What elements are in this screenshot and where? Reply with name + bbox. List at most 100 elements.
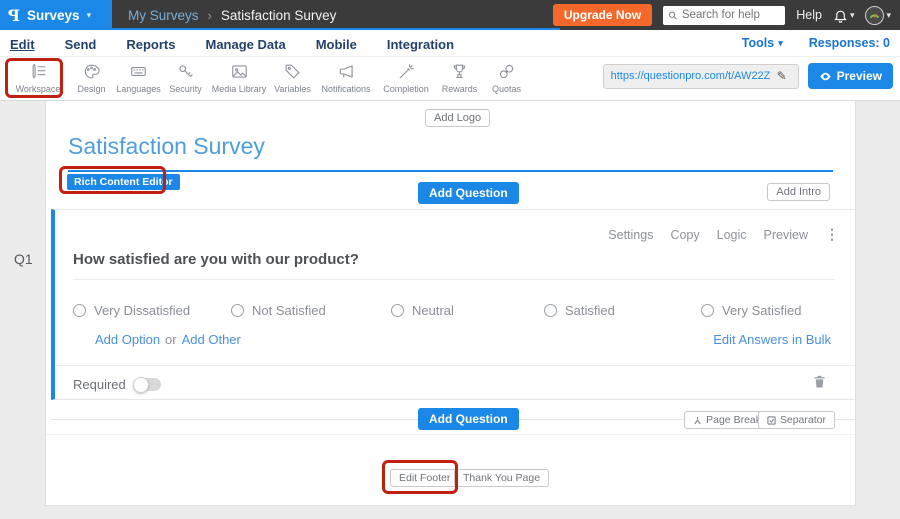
- required-toggle[interactable]: [134, 378, 161, 391]
- radio-option-1[interactable]: Very Dissatisfied: [73, 303, 190, 318]
- footer-area-border: [46, 434, 855, 435]
- gauge-icon: [868, 9, 881, 22]
- tab-reports[interactable]: Reports: [126, 35, 175, 52]
- required-row: Required: [73, 377, 161, 392]
- chevron-right-icon: ›: [208, 8, 212, 23]
- breadcrumb-my-surveys[interactable]: My Surveys: [128, 8, 199, 23]
- radio-option-5[interactable]: Very Satisfied: [701, 303, 802, 318]
- separator-button[interactable]: Separator: [758, 411, 835, 429]
- toolbar-item-workspace[interactable]: Workspace: [8, 60, 68, 94]
- survey-workspace: Q1 Add Logo Satisfaction Survey Rich Con…: [0, 101, 900, 519]
- tab-integration[interactable]: Integration: [387, 35, 454, 52]
- key-icon: [176, 62, 195, 81]
- question-card: Settings Copy Logic Preview ⋮ How satisf…: [51, 209, 855, 400]
- toolbar-item-design[interactable]: Design: [68, 60, 115, 94]
- question-actions: Settings Copy Logic Preview ⋮: [608, 226, 839, 243]
- add-option-row: Add Option or Add Other: [95, 332, 241, 347]
- toolbar-item-rewards[interactable]: Rewards: [436, 60, 483, 94]
- chevron-down-icon: ▾: [87, 11, 92, 20]
- tab-manage-data[interactable]: Manage Data: [205, 35, 285, 52]
- toolbar-item-completion[interactable]: Completion: [376, 60, 436, 94]
- toolbar-item-media-library[interactable]: Media Library: [209, 60, 269, 94]
- breadcrumb: My Surveys › Satisfaction Survey: [128, 8, 336, 23]
- toolbar-item-notifications[interactable]: Notifications: [316, 60, 376, 94]
- radio-icon[interactable]: [701, 304, 714, 317]
- topbar-right-cluster: Upgrade Now Help ▾ ▾: [553, 4, 900, 26]
- question-number-label: Q1: [14, 251, 33, 267]
- help-search-input[interactable]: [682, 9, 780, 21]
- avatar: [865, 6, 884, 25]
- delete-question-icon[interactable]: [812, 373, 827, 390]
- question-text-underline: [73, 279, 835, 280]
- toolbar-item-variables[interactable]: Variables: [269, 60, 316, 94]
- questionpro-logo-icon: P: [8, 6, 20, 25]
- toolbar-item-languages[interactable]: Languages: [115, 60, 162, 94]
- palette-icon: [82, 62, 101, 81]
- required-label: Required: [73, 377, 126, 392]
- editor-toolbar: Workspace Design Languages Security Medi…: [0, 57, 900, 101]
- tag-icon: [283, 62, 302, 81]
- eye-icon: [819, 70, 832, 83]
- tools-menu[interactable]: Tools▾: [742, 36, 783, 50]
- tab-mobile[interactable]: Mobile: [316, 35, 357, 52]
- help-link[interactable]: Help: [796, 8, 822, 22]
- page-break-icon: [693, 416, 702, 425]
- radio-icon[interactable]: [73, 304, 86, 317]
- notifications-menu[interactable]: ▾: [833, 8, 855, 23]
- add-logo-button[interactable]: Add Logo: [425, 109, 490, 127]
- keyboard-icon: [129, 62, 148, 81]
- topbar: P Surveys ▾ My Surveys › Satisfaction Su…: [0, 0, 900, 30]
- radio-icon[interactable]: [544, 304, 557, 317]
- magic-wand-icon: [397, 62, 416, 81]
- chevron-down-icon: ▾: [850, 11, 855, 20]
- toggle-knob: [133, 377, 149, 393]
- add-question-button-bottom[interactable]: Add Question: [418, 408, 519, 430]
- kebab-menu-icon[interactable]: ⋮: [825, 226, 839, 243]
- questionpro-survey-editor: P Surveys ▾ My Surveys › Satisfaction Su…: [0, 0, 900, 519]
- radio-icon[interactable]: [391, 304, 404, 317]
- edit-url-icon[interactable]: ✎: [777, 69, 787, 83]
- settings-link[interactable]: Settings: [608, 228, 653, 242]
- add-option-link[interactable]: Add Option: [95, 332, 160, 347]
- tab-send[interactable]: Send: [65, 35, 97, 52]
- add-intro-button[interactable]: Add Intro: [767, 183, 830, 201]
- question-text[interactable]: How satisfied are you with our product?: [73, 251, 359, 268]
- trophy-icon: [450, 62, 469, 81]
- add-other-link[interactable]: Add Other: [182, 332, 241, 347]
- logic-link[interactable]: Logic: [717, 228, 747, 242]
- breadcrumb-current-survey: Satisfaction Survey: [221, 8, 337, 23]
- chevron-down-icon: ▾: [778, 39, 783, 48]
- account-menu[interactable]: ▾: [865, 6, 891, 25]
- edit-answers-in-bulk-link[interactable]: Edit Answers in Bulk: [713, 332, 831, 347]
- chain-links-icon: [497, 62, 516, 81]
- radio-option-4[interactable]: Satisfied: [544, 303, 615, 318]
- toolbar-item-security[interactable]: Security: [162, 60, 209, 94]
- menubar-right: Tools▾ Responses: 0: [742, 36, 890, 50]
- bell-icon: [833, 8, 848, 23]
- tab-edit[interactable]: Edit: [10, 35, 35, 52]
- megaphone-icon: [337, 62, 356, 81]
- radio-option-2[interactable]: Not Satisfied: [231, 303, 326, 318]
- survey-url-input[interactable]: [611, 70, 771, 82]
- help-search: [663, 6, 785, 25]
- responses-count[interactable]: Responses: 0: [809, 36, 890, 50]
- toolbar-item-quotas[interactable]: Quotas: [483, 60, 530, 94]
- chevron-down-icon: ▾: [886, 11, 891, 20]
- preview-link[interactable]: Preview: [764, 228, 808, 242]
- radio-option-3[interactable]: Neutral: [391, 303, 454, 318]
- upgrade-now-button[interactable]: Upgrade Now: [553, 4, 652, 26]
- edit-footer-button[interactable]: Edit Footer: [390, 469, 459, 487]
- search-icon: [668, 10, 678, 21]
- radio-icon[interactable]: [231, 304, 244, 317]
- workspace-icon: [29, 62, 48, 81]
- rich-content-editor-badge[interactable]: Rich Content Editor: [67, 174, 180, 190]
- or-text: or: [165, 332, 177, 347]
- surveys-product-menu[interactable]: P Surveys ▾: [0, 0, 112, 30]
- survey-title[interactable]: Satisfaction Survey: [68, 133, 265, 160]
- survey-url-field: ✎: [603, 64, 799, 89]
- preview-button[interactable]: Preview: [808, 63, 893, 89]
- thank-you-page-button[interactable]: Thank You Page: [454, 469, 549, 487]
- survey-canvas: Add Logo Satisfaction Survey Rich Conten…: [45, 101, 856, 506]
- add-question-button-top[interactable]: Add Question: [418, 182, 519, 204]
- copy-link[interactable]: Copy: [670, 228, 699, 242]
